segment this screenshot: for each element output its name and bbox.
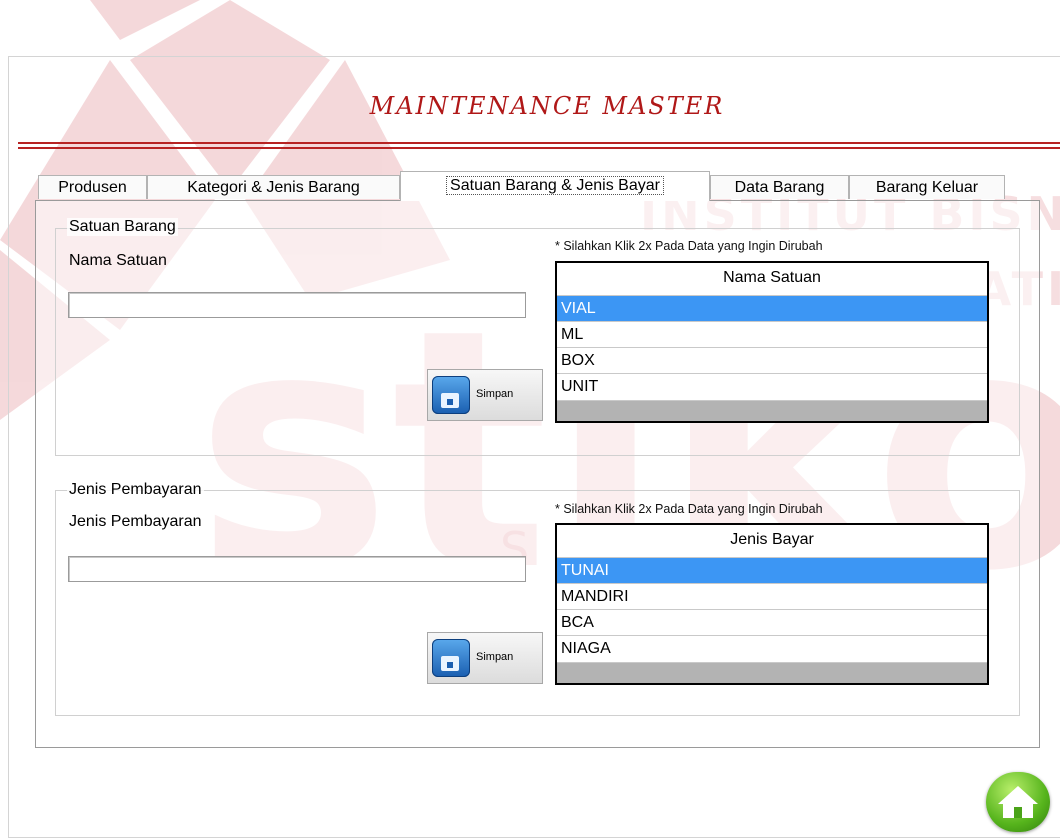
title-rule-bottom — [18, 147, 1060, 149]
nama-satuan-input[interactable] — [68, 292, 526, 318]
floppy-disk-icon — [432, 376, 470, 414]
table-row[interactable]: UNIT — [557, 373, 987, 399]
table-row[interactable]: MANDIRI — [557, 583, 987, 609]
jenis-pembayaran-input[interactable] — [68, 556, 526, 582]
table-row[interactable]: BOX — [557, 347, 987, 373]
satuan-group-title: Satuan Barang — [67, 218, 178, 236]
bayar-table: Jenis Bayar TUNAI MANDIRI BCA NIAGA — [555, 523, 989, 685]
tab-kategori-jenis-barang[interactable]: Kategori & Jenis Barang — [147, 175, 400, 199]
table-row[interactable]: VIAL — [557, 295, 987, 321]
table-row[interactable]: ML — [557, 321, 987, 347]
tab-satuan-barang-jenis-bayar[interactable]: Satuan Barang & Jenis Bayar — [400, 171, 710, 201]
satuan-hint: * Silahkan Klik 2x Pada Data yang Ingin … — [555, 239, 823, 253]
bayar-hint: * Silahkan Klik 2x Pada Data yang Ingin … — [555, 502, 823, 516]
satuan-table-header: Nama Satuan — [723, 269, 821, 286]
table-footer — [557, 400, 987, 421]
satuan-table: Nama Satuan VIAL ML BOX UNIT — [555, 261, 989, 423]
table-footer — [557, 662, 987, 683]
nama-satuan-label: Nama Satuan — [69, 252, 167, 269]
jenis-pembayaran-label: Jenis Pembayaran — [69, 513, 202, 530]
table-row[interactable]: TUNAI — [557, 557, 987, 583]
home-button[interactable] — [986, 772, 1050, 832]
bayar-group-title: Jenis Pembayaran — [67, 481, 204, 499]
bayar-table-header: Jenis Bayar — [730, 531, 814, 548]
tab-barang-keluar[interactable]: Barang Keluar — [849, 175, 1005, 199]
satuan-save-button[interactable]: Simpan — [427, 369, 543, 421]
home-icon — [998, 786, 1038, 818]
table-row[interactable]: NIAGA — [557, 635, 987, 661]
title-rule-top — [18, 142, 1060, 144]
bayar-save-button[interactable]: Simpan — [427, 632, 543, 684]
table-row[interactable]: BCA — [557, 609, 987, 635]
tab-data-barang[interactable]: Data Barang — [710, 175, 849, 199]
floppy-disk-icon — [432, 639, 470, 677]
page-title: MAINTENANCE MASTER — [369, 92, 725, 120]
tab-produsen[interactable]: Produsen — [38, 175, 147, 199]
